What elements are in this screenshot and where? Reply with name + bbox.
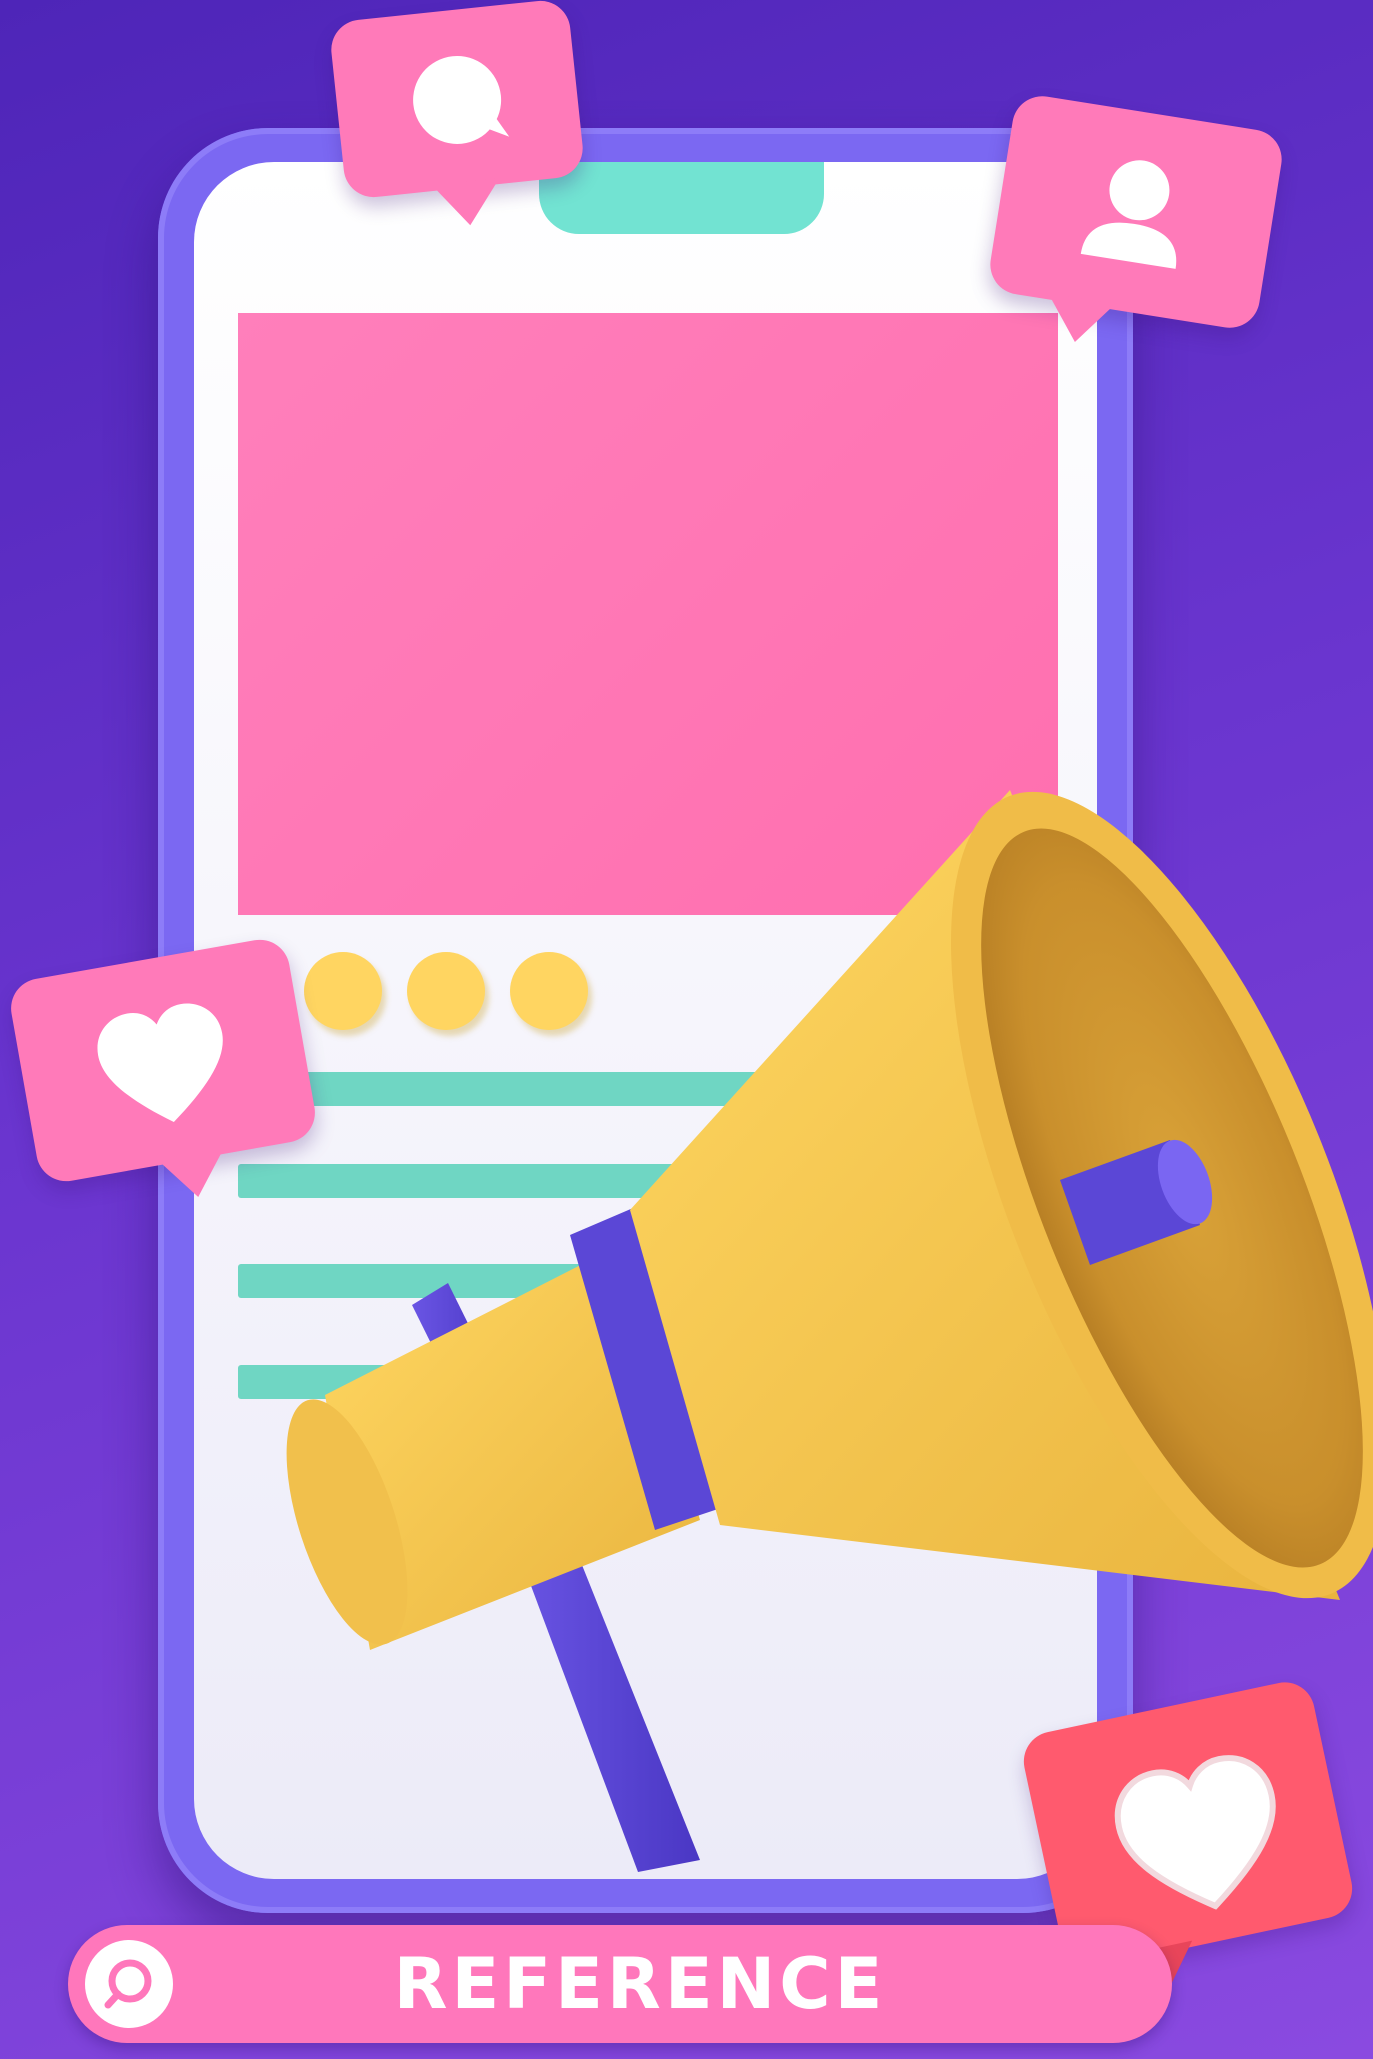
user-icon xyxy=(1080,160,1177,269)
chat-notification-bubble xyxy=(328,0,586,229)
reference-bar[interactable]: REFERENCE xyxy=(68,1925,1172,2043)
user-notification-bubble xyxy=(986,91,1286,348)
chat-icon xyxy=(413,55,510,144)
reference-label: REFERENCE xyxy=(393,1943,887,2025)
search-icon[interactable] xyxy=(82,1937,176,2031)
